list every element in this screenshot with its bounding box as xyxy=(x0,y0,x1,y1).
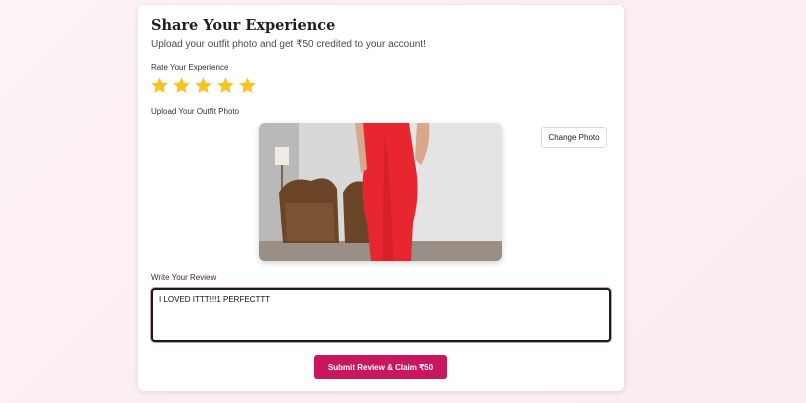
star-icon[interactable] xyxy=(238,76,257,95)
outfit-photo xyxy=(259,123,502,261)
outfit-photo-illustration xyxy=(259,123,502,261)
star-icon[interactable] xyxy=(150,76,169,95)
change-photo-button[interactable]: Change Photo xyxy=(541,127,607,148)
review-label: Write Your Review xyxy=(151,273,217,282)
star-icon[interactable] xyxy=(216,76,235,95)
review-textarea[interactable]: I LOVED ITTT!!!1 PERFECTTT xyxy=(151,288,611,342)
card-title: Share Your Experience xyxy=(151,17,336,34)
review-card: Share Your Experience Upload your outfit… xyxy=(138,5,624,391)
submit-review-button[interactable]: Submit Review & Claim ₹50 xyxy=(314,355,447,379)
rating-label: Rate Your Experience xyxy=(151,63,229,72)
star-icon[interactable] xyxy=(172,76,191,95)
star-rating[interactable] xyxy=(150,76,257,95)
star-icon[interactable] xyxy=(194,76,213,95)
card-subtitle: Upload your outfit photo and get ₹50 cre… xyxy=(151,39,426,50)
photo-label: Upload Your Outfit Photo xyxy=(151,107,240,116)
